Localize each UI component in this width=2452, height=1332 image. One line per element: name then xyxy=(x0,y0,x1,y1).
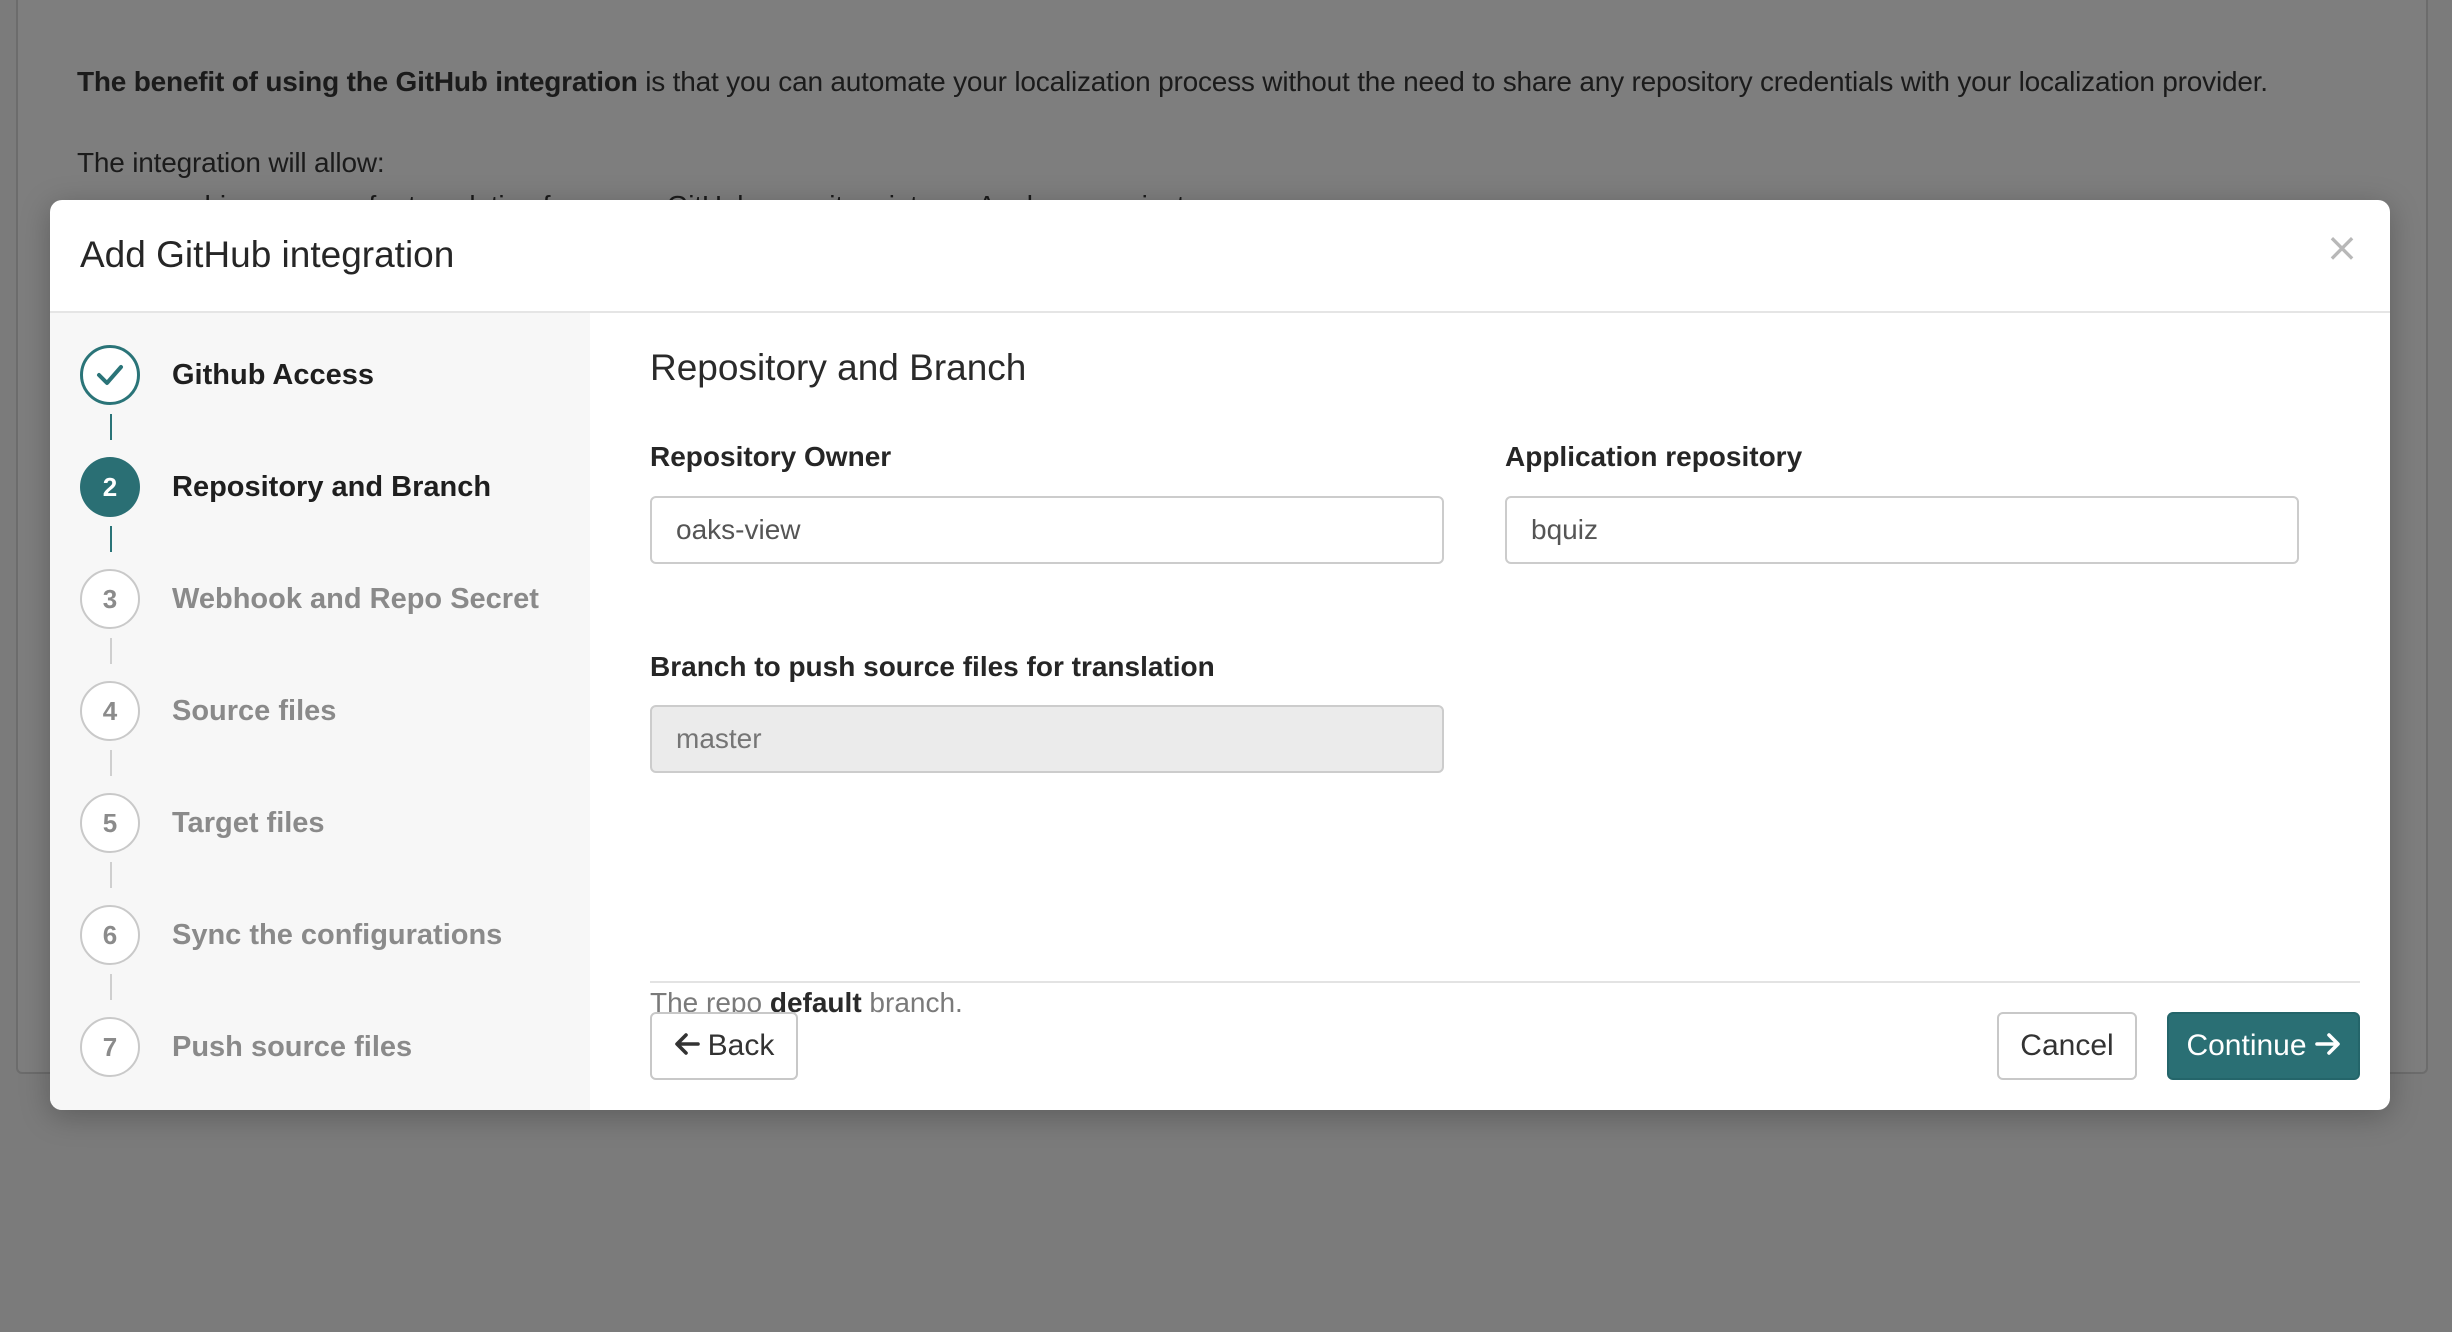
step-connector xyxy=(110,414,112,440)
arrow-right-icon xyxy=(2314,1030,2341,1063)
modal-title: Add GitHub integration xyxy=(80,234,455,275)
step-connector xyxy=(110,862,112,888)
step-number: 7 xyxy=(80,1017,140,1077)
step-label: Repository and Branch xyxy=(172,470,492,503)
step-number: 4 xyxy=(80,681,140,741)
step-label: Push source files xyxy=(172,1030,413,1063)
step-connector xyxy=(110,974,112,1000)
section-title: Repository and Branch xyxy=(650,347,1027,388)
background-allow-text: The integration will allow: xyxy=(77,147,385,178)
step-source-files[interactable]: 4 Source files xyxy=(80,679,336,743)
background-benefit-bold: The benefit of using the GitHub integrat… xyxy=(77,66,638,97)
step-push-source-files[interactable]: 7 Push source files xyxy=(80,1015,412,1079)
step-label: Sync the configurations xyxy=(172,918,503,951)
step-number: 6 xyxy=(80,905,140,965)
continue-label: Continue xyxy=(2186,1029,2307,1062)
step-label: Target files xyxy=(172,806,325,839)
close-icon[interactable]: × xyxy=(2322,228,2362,268)
footer-divider xyxy=(650,981,2360,983)
step-number: 3 xyxy=(80,569,140,629)
step-target-files[interactable]: 5 Target files xyxy=(80,791,325,855)
step-github-access[interactable]: Github Access xyxy=(80,343,374,407)
checkmark-icon xyxy=(80,345,140,405)
cancel-label: Cancel xyxy=(2020,1029,2114,1062)
step-label: Webhook and Repo Secret xyxy=(172,582,539,615)
continue-button[interactable]: Continue xyxy=(2167,1012,2360,1080)
step-label: Github Access xyxy=(172,358,374,391)
application-repository-label: Application repository xyxy=(1505,441,1803,472)
step-number: 2 xyxy=(80,457,140,517)
wizard-steps: Github Access 2 Repository and Branch 3 … xyxy=(50,313,590,1110)
step-connector xyxy=(110,750,112,776)
branch-label: Branch to push source files for translat… xyxy=(650,651,1215,682)
modal-header: Add GitHub integration × xyxy=(50,200,2390,313)
step-connector xyxy=(110,526,112,552)
cancel-button[interactable]: Cancel xyxy=(1997,1012,2137,1080)
repository-owner-input[interactable] xyxy=(650,496,1444,564)
background-benefit-text: The benefit of using the GitHub integrat… xyxy=(77,66,2268,98)
step-webhook-and-repo-secret[interactable]: 3 Webhook and Repo Secret xyxy=(80,567,539,631)
repository-owner-label: Repository Owner xyxy=(650,441,892,472)
add-github-integration-modal: Add GitHub integration × Github Access 2… xyxy=(50,200,2390,1110)
arrow-left-icon xyxy=(674,1030,700,1063)
step-sync-the-configurations[interactable]: 6 Sync the configurations xyxy=(80,903,502,967)
step-number: 5 xyxy=(80,793,140,853)
back-button[interactable]: Back xyxy=(650,1012,798,1080)
branch-input xyxy=(650,705,1444,773)
help-suffix: branch. xyxy=(861,987,963,1018)
step-label: Source files xyxy=(172,694,337,727)
back-label: Back xyxy=(707,1029,775,1062)
step-connector xyxy=(110,638,112,664)
step-content: Repository and Branch Repository Owner A… xyxy=(650,313,2360,1110)
application-repository-input[interactable] xyxy=(1505,496,2299,564)
step-repository-and-branch[interactable]: 2 Repository and Branch xyxy=(80,455,491,519)
background-benefit-rest: is that you can automate your localizati… xyxy=(637,66,2268,97)
